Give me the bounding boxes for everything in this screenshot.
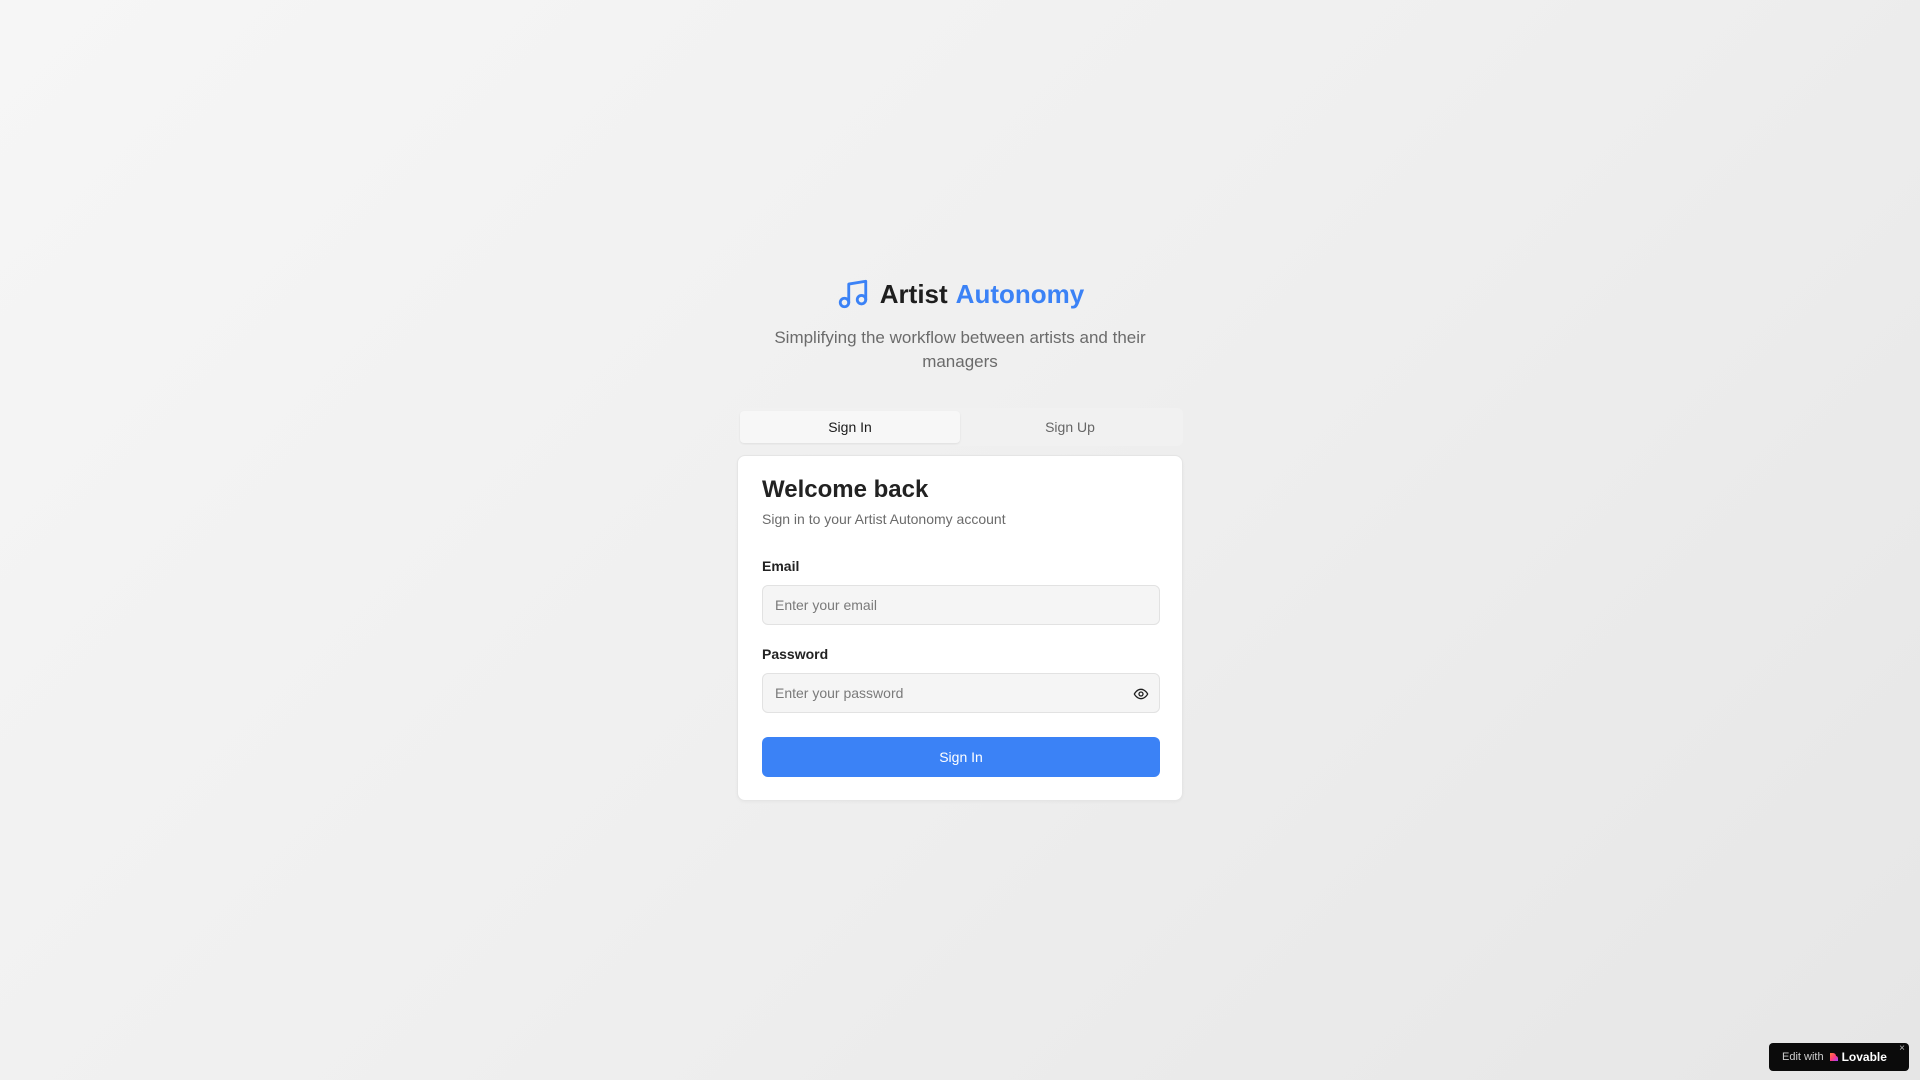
- sign-in-card: Welcome back Sign in to your Artist Auto…: [737, 455, 1183, 801]
- auth-tabs: Sign In Sign Up: [737, 408, 1183, 446]
- music-icon: [838, 279, 867, 309]
- tagline: Simplifying the workflow between artists…: [774, 328, 1146, 371]
- brand-name-artist: Artist: [879, 278, 948, 309]
- eye-icon[interactable]: [1133, 686, 1149, 702]
- brand-header: Artist Autonomy: [0, 274, 1920, 314]
- edit-with-lovable-badge[interactable]: Edit with Lovable ×: [1769, 1043, 1909, 1071]
- password-input[interactable]: [763, 674, 1159, 712]
- email-input[interactable]: [763, 586, 1159, 624]
- lovable-heart-icon: [1829, 1053, 1838, 1061]
- tab-sign-in[interactable]: Sign In: [740, 411, 960, 443]
- card-title: Welcome back: [762, 476, 929, 503]
- email-field-wrapper: [762, 585, 1160, 625]
- password-label: Password: [762, 646, 829, 662]
- close-icon[interactable]: ×: [1899, 1044, 1905, 1054]
- password-field-wrapper: [762, 673, 1160, 713]
- sign-in-button[interactable]: Sign In: [762, 737, 1160, 777]
- email-label: Email: [762, 558, 800, 574]
- tab-sign-up[interactable]: Sign Up: [960, 411, 1180, 443]
- badge-brand: Lovable: [1841, 1050, 1887, 1064]
- badge-prefix: Edit with: [1782, 1051, 1824, 1063]
- card-subtitle: Sign in to your Artist Autonomy account: [762, 511, 1006, 527]
- brand-name-autonomy: Autonomy: [955, 278, 1085, 309]
